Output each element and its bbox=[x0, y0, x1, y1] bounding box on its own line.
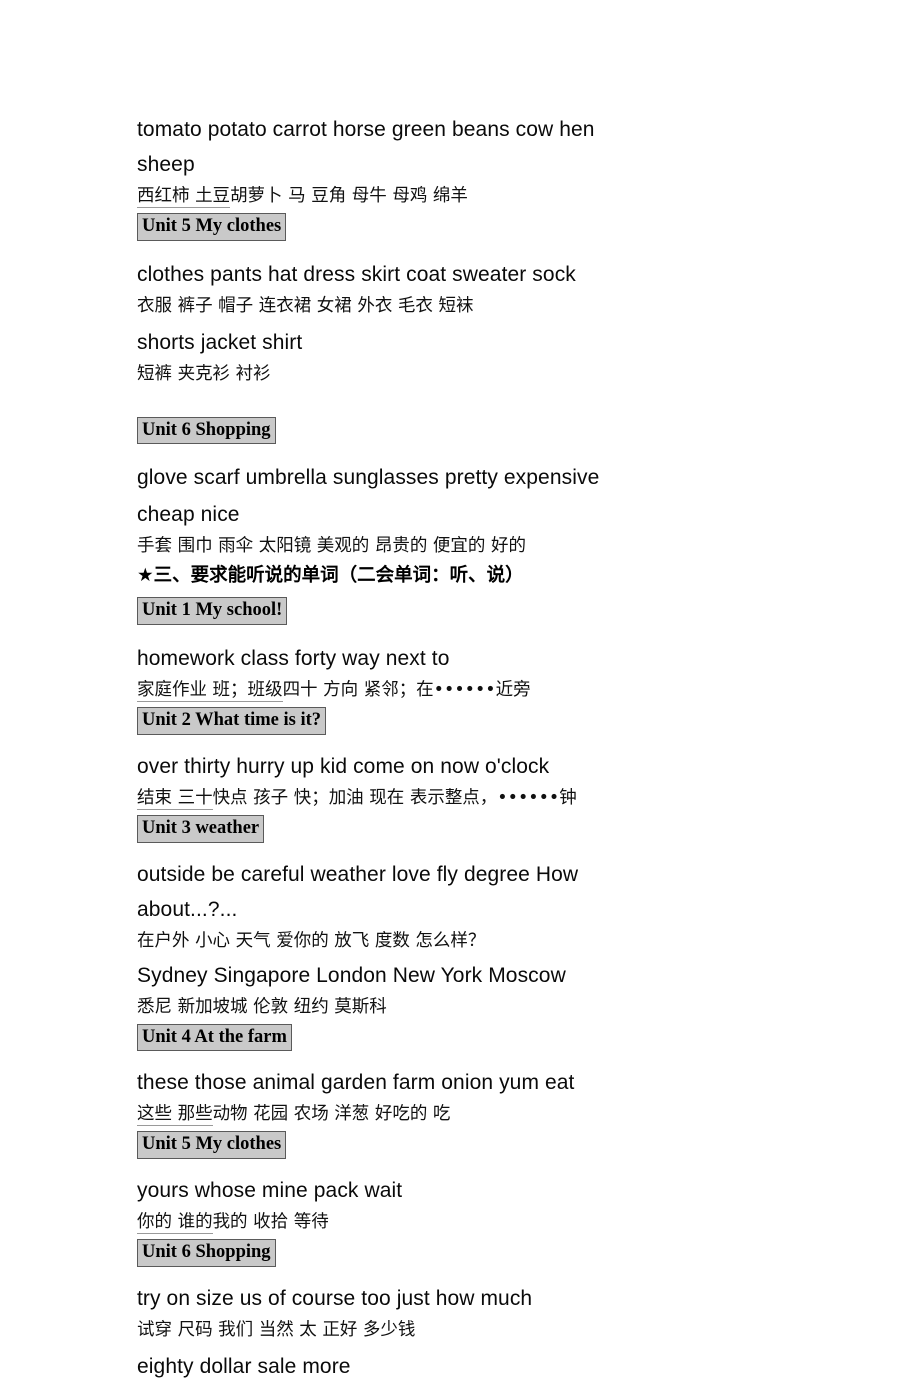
gloss-row-unit6-cn-1: 试穿 尺码 我们 当然 太 正好 多少钱 bbox=[137, 1319, 416, 1340]
gloss-row-clothes-cn-2: 短裤 夹克衫 衬衫 bbox=[137, 363, 271, 384]
unit-heading-wrap-2: Unit 2 What time is it? bbox=[137, 707, 790, 735]
document-page: tomato potato carrot horse green beans c… bbox=[0, 0, 920, 1378]
unit-heading-unit6-shopping-a: Unit 6 Shopping bbox=[137, 416, 276, 445]
gloss-plain-segment: 动物 花园 农场 洋葱 好吃的 吃 bbox=[212, 1104, 451, 1125]
word-row-unit6-en-2: eighty dollar sale more bbox=[137, 1354, 351, 1378]
unit-heading-unit1-my-school: Unit 1 My school! bbox=[137, 597, 288, 626]
gloss-row-unit4-cn: 这些 那些 动物 花园 农场 洋葱 好吃的 吃 bbox=[137, 1100, 790, 1129]
unit-heading-unit5-my-clothes-b: Unit 5 My clothes bbox=[137, 1131, 287, 1160]
word-row-unit1-en: homework class forty way next to bbox=[137, 647, 450, 671]
unit-heading-wrap-6a: Unit 6 Shopping bbox=[137, 416, 790, 445]
unit-heading-wrap-6b: Unit 6 Shopping bbox=[137, 1239, 790, 1267]
word-row-unit3-cities-en: Sydney Singapore London New York Moscow bbox=[137, 963, 566, 987]
unit-heading-unit2-what-time-is-it: Unit 2 What time is it? bbox=[137, 707, 327, 735]
gloss-row-unit3-cities-cn: 悉尼 新加坡城 伦敦 纽约 莫斯科 bbox=[137, 996, 387, 1017]
unit-heading-wrap-4: Unit 4 At the farm bbox=[137, 1023, 790, 1052]
gloss-plain-segment: 快点 孩子 快；加油 现在 表示整点，••••••钟 bbox=[212, 787, 577, 808]
word-row-unit5-en: yours whose mine pack wait bbox=[137, 1179, 403, 1203]
word-row-produce-en-1: tomato potato carrot horse green beans c… bbox=[137, 118, 595, 141]
gloss-row-clothes-cn-1: 衣服 裤子 帽子 连衣裙 女裙 外衣 毛衣 短袜 bbox=[137, 295, 474, 316]
word-row-unit3-en-2: about...?... bbox=[137, 897, 238, 921]
word-row-produce-en-2: sheep bbox=[137, 153, 195, 176]
word-row-clothes-en-1: clothes pants hat dress skirt coat sweat… bbox=[137, 262, 576, 286]
gloss-plain-segment: 我的 收拾 等待 bbox=[212, 1212, 329, 1233]
unit-heading-wrap-5b: Unit 5 My clothes bbox=[137, 1131, 790, 1160]
unit-heading-unit6-shopping-b: Unit 6 Shopping bbox=[137, 1239, 276, 1267]
word-row-clothes-en-2: shorts jacket shirt bbox=[137, 330, 303, 354]
gloss-row-unit5-cn: 你的 谁的 我的 收拾 等待 bbox=[137, 1208, 790, 1237]
gloss-row-unit1-cn: 家庭作业 班；班级 四十 方向 紧邻；在••••••近旁 bbox=[137, 676, 790, 705]
gloss-underlined-segment: 这些 那些 bbox=[137, 1104, 213, 1127]
gloss-row-unit3-cn-1: 在户外 小心 天气 爱你的 放飞 度数 怎么样？ bbox=[137, 930, 486, 951]
word-row-unit2-en: over thirty hurry up kid come on now o'c… bbox=[137, 754, 550, 778]
gloss-row-unit2-cn: 结束 三十 快点 孩子 快；加油 现在 表示整点，••••••钟 bbox=[137, 784, 790, 813]
gloss-underlined-segment: 西红柿 土豆 bbox=[137, 186, 231, 208]
unit-heading-wrap-1: Unit 1 My school! bbox=[137, 597, 790, 626]
word-row-unit3-en-1: outside be careful weather love fly degr… bbox=[137, 862, 579, 886]
word-row-unit4-en: these those animal garden farm onion yum… bbox=[137, 1071, 575, 1095]
unit-heading-unit3-weather: Unit 3 weather bbox=[137, 814, 265, 843]
word-row-shopping-en-1: glove scarf umbrella sunglasses pretty e… bbox=[137, 466, 600, 490]
gloss-row-produce-cn: 西红柿 土豆 胡萝卜 马 豆角 母牛 母鸡 绵羊 bbox=[137, 182, 790, 211]
unit-heading-wrap-5a: Unit 5 My clothes bbox=[137, 213, 790, 241]
word-row-shopping-en-2: cheap nice bbox=[137, 503, 240, 527]
gloss-plain-segment: 胡萝卜 马 豆角 母牛 母鸡 绵羊 bbox=[230, 186, 468, 206]
gloss-underlined-segment: 结束 三十 bbox=[137, 787, 213, 810]
unit-heading-unit5-my-clothes-a: Unit 5 My clothes bbox=[137, 213, 287, 241]
gloss-plain-segment: 四十 方向 紧邻；在••••••近旁 bbox=[282, 680, 531, 701]
section-heading-listen-speak: ★三、要求能听说的单词（二会单词：听、说） bbox=[137, 565, 524, 587]
gloss-underlined-segment: 家庭作业 班；班级 bbox=[137, 680, 283, 703]
gloss-underlined-segment: 你的 谁的 bbox=[137, 1212, 213, 1235]
gloss-row-shopping-cn: 手套 围巾 雨伞 太阳镜 美观的 昂贵的 便宜的 好的 bbox=[137, 536, 526, 557]
word-row-unit6-en-1: try on size us of course too just how mu… bbox=[137, 1286, 533, 1310]
unit-heading-wrap-3: Unit 3 weather bbox=[137, 814, 790, 843]
unit-heading-unit4-at-the-farm: Unit 4 At the farm bbox=[137, 1023, 292, 1052]
